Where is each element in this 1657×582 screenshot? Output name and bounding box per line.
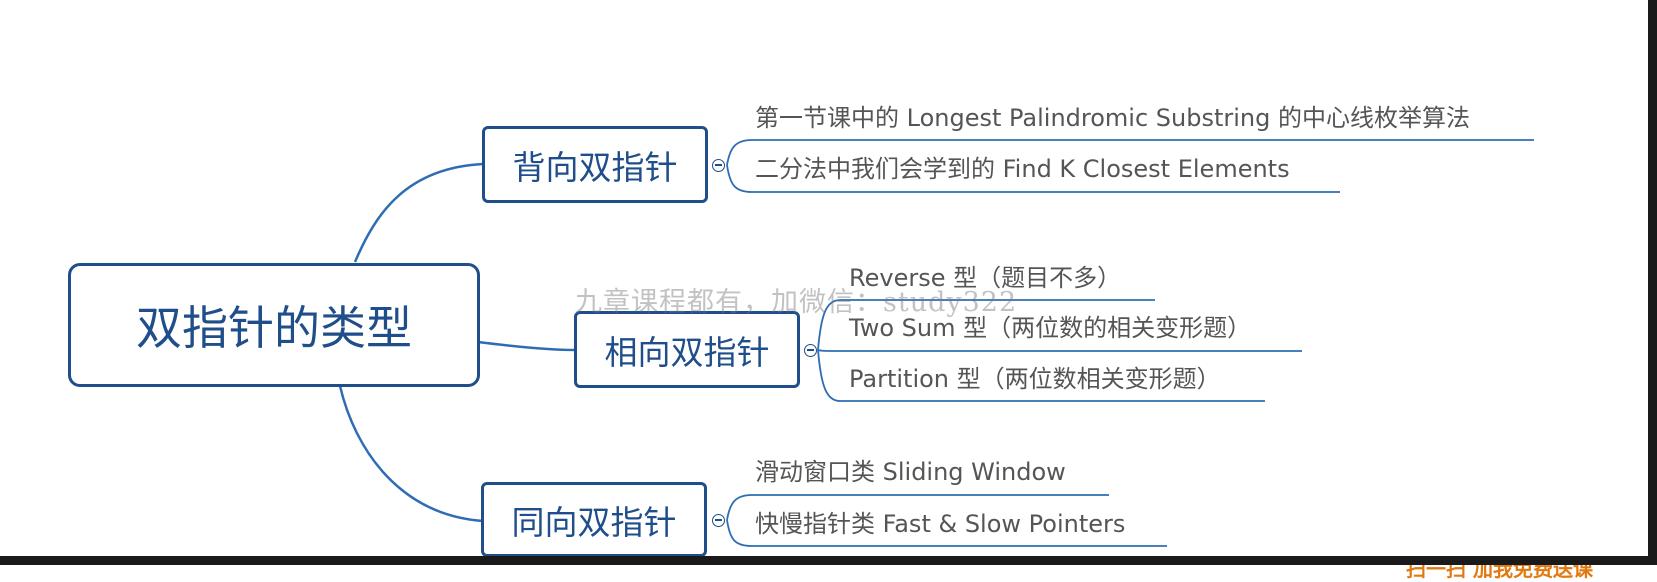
leaf-node[interactable]: Two Sum 型（两位数的相关变形题） [849, 316, 1251, 340]
branch-node-2[interactable]: 相向双指针 [574, 311, 800, 388]
root-node-label: 双指针的类型 [136, 301, 412, 355]
connector-root-branch-1 [353, 162, 484, 263]
branch-node-1[interactable]: 背向双指针 [482, 126, 708, 203]
leaf-node[interactable]: 二分法中我们会学到的 Find K Closest Elements [755, 157, 1290, 181]
connector-root-branch-2 [477, 340, 576, 352]
collapse-toggle-icon[interactable] [712, 514, 725, 527]
collapse-toggle-icon[interactable] [804, 344, 817, 357]
branch-node-1-label: 背向双指针 [512, 147, 678, 187]
bottom-edge-bar [0, 556, 1657, 565]
connector-root-branch-3 [338, 385, 484, 523]
leaf-node[interactable]: 滑动窗口类 Sliding Window [755, 460, 1066, 484]
branch-node-2-label: 相向双指针 [604, 332, 770, 372]
root-node[interactable]: 双指针的类型 [68, 263, 480, 387]
branch-node-3-label: 同向双指针 [511, 502, 677, 542]
leaf-node[interactable]: 快慢指针类 Fast & Slow Pointers [755, 512, 1125, 536]
leaf-node[interactable]: 第一节课中的 Longest Palindromic Substring 的中心… [755, 106, 1470, 130]
branch-node-3[interactable]: 同向双指针 [481, 482, 707, 557]
collapse-toggle-icon[interactable] [712, 159, 725, 172]
right-edge-bar [1648, 0, 1657, 565]
leaf-node[interactable]: Partition 型（两位数相关变形题） [849, 367, 1221, 391]
watermark-text: 九章课程都有，加微信：study322 [575, 287, 1018, 318]
connector-b2-leaf-2 [817, 349, 1302, 352]
